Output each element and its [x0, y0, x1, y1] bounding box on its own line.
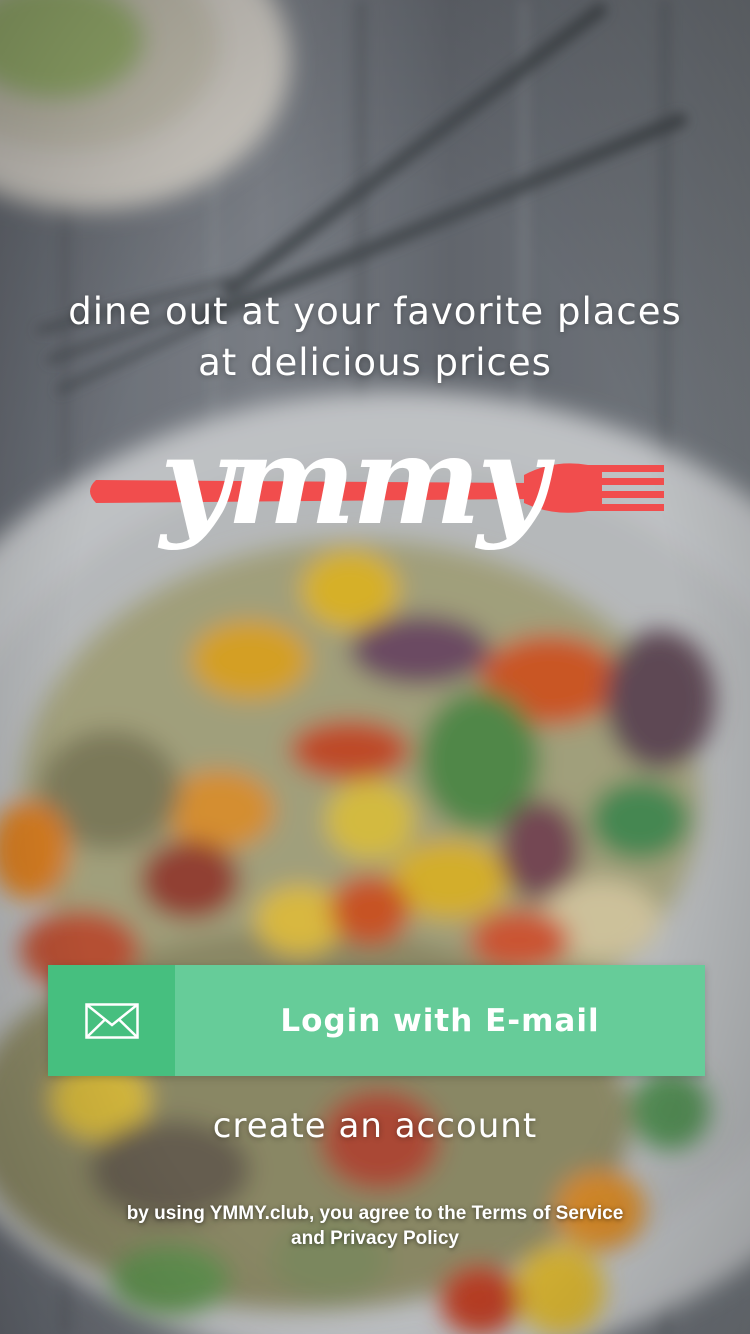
create-account-link[interactable]: create an account	[0, 1102, 750, 1150]
fork-head-shape	[524, 463, 664, 513]
legal-line-1: by using YMMY.club, you agree to the Ter…	[126, 1203, 624, 1224]
legal-notice: by using YMMY.club, you agree to the Ter…	[0, 1201, 750, 1251]
login-icon-container	[48, 965, 175, 1076]
legal-line-2: and Privacy Policy	[291, 1228, 459, 1249]
tagline-line-2: at delicious prices	[198, 341, 552, 384]
ymmy-logo: ymmy	[90, 408, 664, 552]
login-with-email-button[interactable]: Login with E-mail	[48, 965, 705, 1076]
login-screen: dine out at your favorite places at deli…	[0, 0, 750, 1334]
logo-wordmark: ymmy	[157, 408, 555, 552]
login-button-label[interactable]: Login with E-mail	[175, 965, 705, 1076]
tagline-line-1: dine out at your favorite places	[68, 290, 682, 333]
envelope-icon	[84, 1002, 139, 1039]
tagline: dine out at your favorite places at deli…	[0, 286, 750, 388]
